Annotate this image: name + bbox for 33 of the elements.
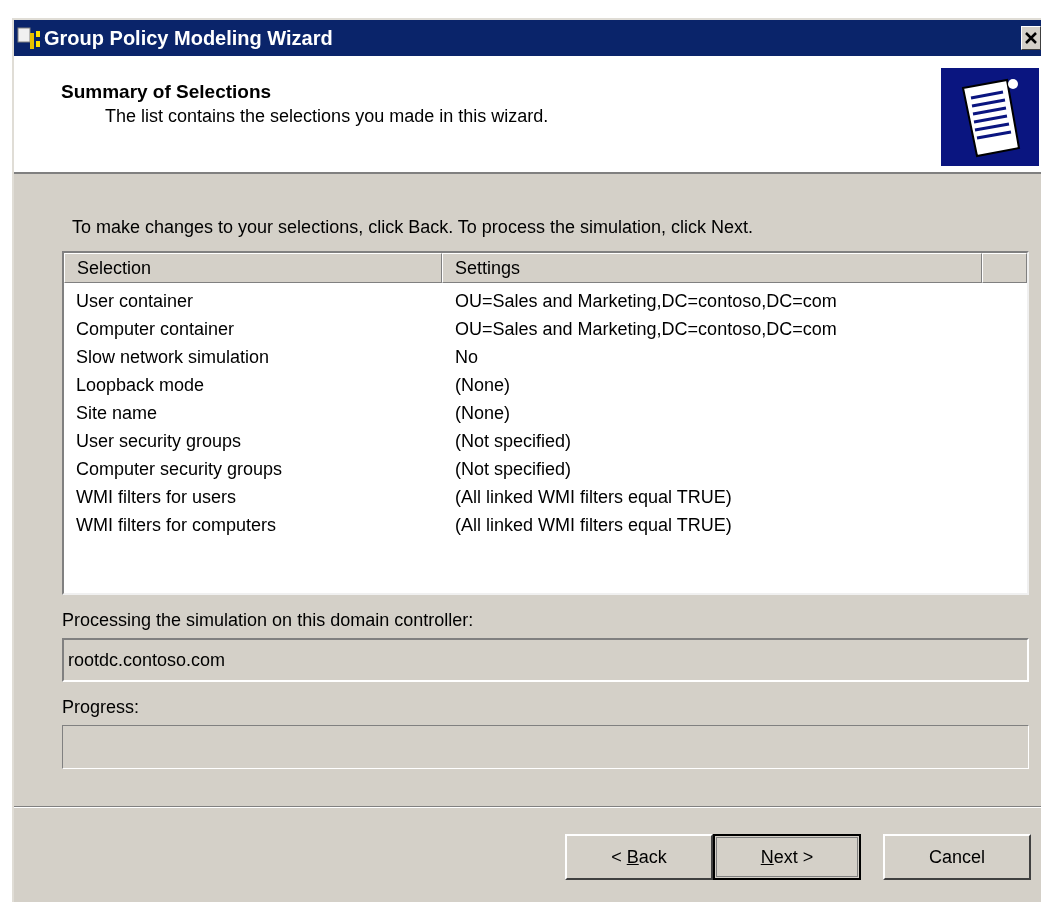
window-title: Group Policy Modeling Wizard [44, 26, 333, 51]
table-cell-text: Site name [75, 401, 159, 425]
page-title: Summary of Selections [61, 80, 273, 104]
table-cell-text: Slow network simulation [75, 345, 271, 369]
table-cell-text: WMI filters for computers [75, 513, 278, 537]
column-header[interactable]: Selection [64, 253, 442, 283]
table-cell-text: WMI filters for users [75, 485, 237, 509]
table-cell-text: (None) [454, 373, 512, 397]
table-cell-text: (None) [454, 401, 512, 425]
wizard-button[interactable]: < Back [565, 834, 713, 880]
column-header[interactable]: Settings [442, 253, 982, 283]
table-cell-text: (All linked WMI filters equal TRUE) [454, 513, 733, 537]
app-icon [16, 25, 42, 51]
table-cell-text: User container [75, 289, 195, 313]
table-cell-text: No [454, 345, 479, 369]
table-cell-text: OU=Sales and Marketing,DC=contoso,DC=com [454, 317, 838, 341]
progress-label: Progress: [62, 696, 141, 719]
table-cell-text: (Not specified) [454, 429, 573, 453]
wizard-button[interactable]: Next > [713, 834, 861, 880]
close-icon [1025, 32, 1037, 44]
table-cell-text: OU=Sales and Marketing,DC=contoso,DC=com [454, 289, 838, 313]
field-label: Processing the simulation on this domain controller: [62, 609, 475, 632]
table-cell-text: (Not specified) [454, 457, 573, 481]
table-cell-text: Computer container [75, 317, 236, 341]
page-subtitle: The list contains the selections you made in this wizard. [104, 105, 550, 128]
table-cell-text: (All linked WMI filters equal TRUE) [454, 485, 733, 509]
table-cell-text: Computer security groups [75, 457, 284, 481]
domain-controller-field: rootdc.contoso.com [62, 638, 1029, 682]
table-cell-text: User security groups [75, 429, 243, 453]
wizard-button[interactable]: Cancel [883, 834, 1031, 880]
close-button[interactable] [1021, 26, 1041, 50]
table-cell-text: Loopback mode [75, 373, 206, 397]
instruction-text: To make changes to your selections, click Back. To process the simulation, click Next. [71, 216, 754, 239]
